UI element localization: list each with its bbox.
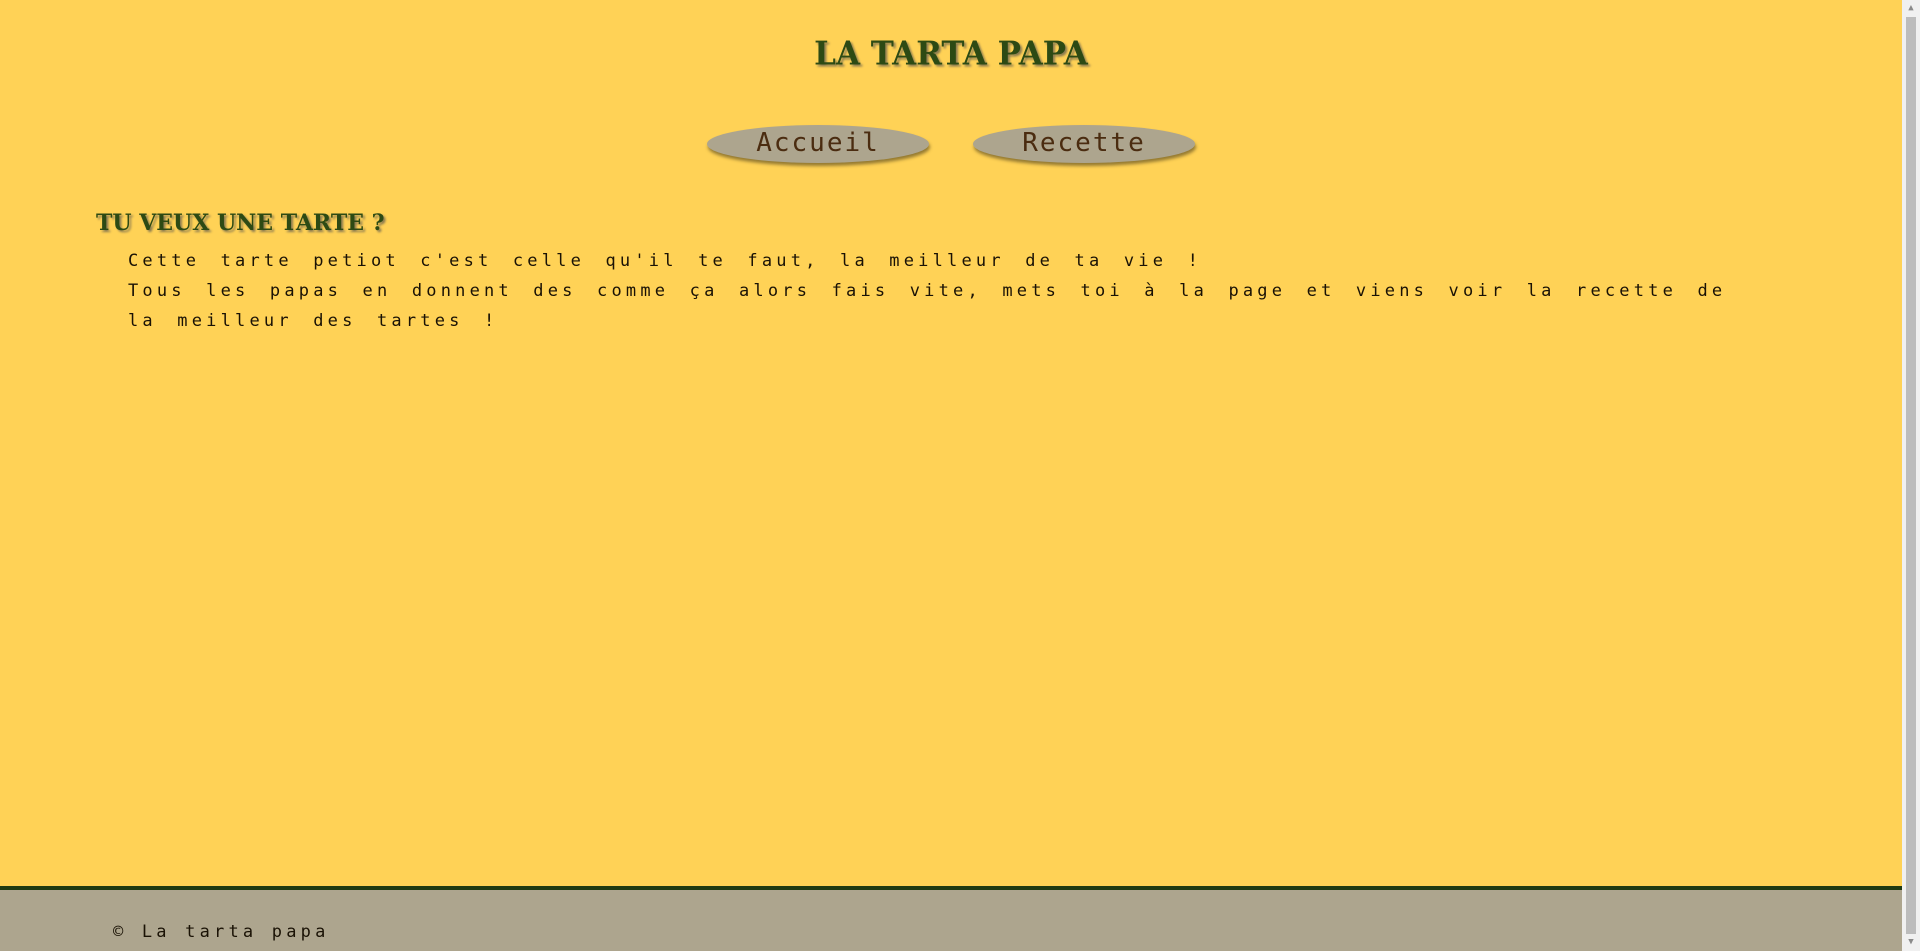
scroll-up-arrow-icon[interactable]: ▲	[1902, 0, 1920, 17]
main-nav: Accueil Recette	[0, 125, 1902, 165]
nav-recette-button[interactable]: Recette	[973, 125, 1195, 163]
footer-copyright: © La tarta papa	[113, 922, 330, 942]
site-title: LA TARTA PAPA	[814, 35, 1088, 73]
page: LA TARTA PAPA Accueil Recette TU VEUX UN…	[0, 0, 1902, 951]
scroll-thumb[interactable]	[1906, 17, 1916, 934]
nav-accueil-button[interactable]: Accueil	[707, 125, 929, 163]
paragraph-intro: Cette tarte petiot c'est celle qu'il te …	[128, 251, 1203, 271]
paragraph-recipe-invite: Tous les papas en donnent des comme ça a…	[128, 281, 1727, 331]
scroll-down-arrow-icon[interactable]: ▼	[1902, 934, 1920, 951]
vertical-scrollbar[interactable]: ▲ ▼	[1902, 0, 1920, 951]
content-text: Cette tarte petiot c'est celle qu'il te …	[128, 246, 1768, 336]
content-heading: TU VEUX UNE TARTE ?	[96, 210, 385, 236]
footer: © La tarta papa	[0, 886, 1902, 951]
